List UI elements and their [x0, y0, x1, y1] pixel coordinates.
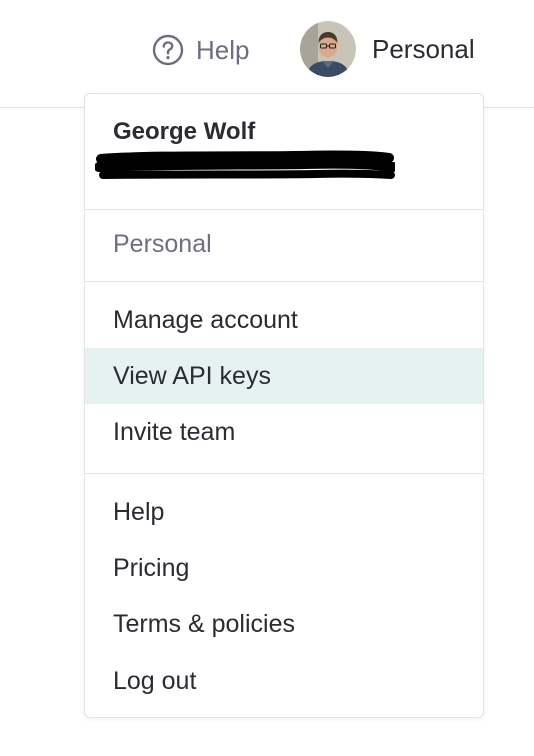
pricing-item[interactable]: Pricing — [85, 540, 483, 596]
manage-account-item[interactable]: Manage account — [85, 292, 483, 348]
avatar — [300, 21, 356, 77]
black-marker-redaction — [95, 150, 395, 179]
account-actions-section: Manage account View API keys Invite team — [85, 282, 483, 474]
current-organization-label: Personal — [113, 230, 212, 258]
log-out-item[interactable]: Log out — [85, 653, 483, 709]
help-item[interactable]: Help — [85, 484, 483, 540]
help-link-label: Help — [196, 34, 250, 65]
account-menu-button[interactable]: Personal — [300, 20, 475, 78]
user-name: George Wolf — [113, 118, 256, 145]
page: Help Personal George Wolf Personal Manag… — [0, 0, 534, 756]
top-bar: Help Personal — [0, 0, 534, 108]
account-dropdown-menu: George Wolf Personal Manage account View… — [84, 93, 484, 718]
organization-section: Personal — [85, 210, 483, 282]
account-label: Personal — [372, 33, 475, 64]
terms-policies-item[interactable]: Terms & policies — [85, 596, 483, 652]
invite-team-item[interactable]: Invite team — [85, 404, 483, 460]
help-link[interactable]: Help — [152, 32, 249, 68]
support-actions-section: Help Pricing Terms & policies Log out — [85, 474, 483, 717]
question-circle-icon — [152, 34, 184, 66]
view-api-keys-item[interactable]: View API keys — [85, 348, 483, 404]
user-info: George Wolf — [85, 94, 483, 210]
